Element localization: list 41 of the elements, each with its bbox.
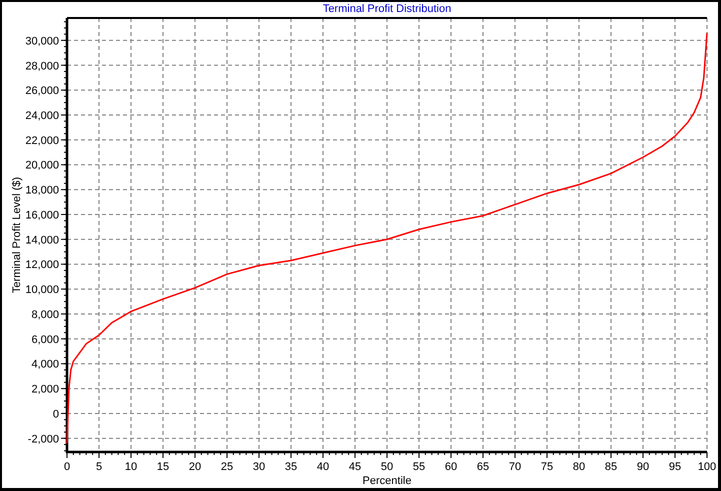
y-tick-label: 30,000	[25, 35, 59, 48]
y-tick-label: 6,000	[31, 334, 59, 346]
chart-title: Terminal Profit Distribution	[322, 3, 452, 15]
x-tick-label: 15	[156, 461, 170, 473]
x-tick-label: 60	[444, 461, 458, 473]
x-tick-label: 0	[64, 461, 70, 473]
x-tick-label: 30	[252, 461, 266, 473]
y-tick-label: -2,000	[28, 433, 59, 446]
y-tick-label: 28,000	[25, 60, 59, 72]
y-tick-label: 16,000	[25, 209, 59, 222]
x-tick-label: 85	[604, 461, 618, 473]
x-tick-label: 80	[572, 461, 586, 473]
y-tick-label: 12,000	[25, 259, 59, 272]
y-tick-label: 20,000	[25, 160, 59, 172]
x-tick-label: 20	[188, 461, 202, 473]
x-tick-label: 50	[380, 461, 394, 473]
x-tick-label: 35	[284, 461, 298, 473]
y-axis-label: Terminal Profit Level ($)	[11, 176, 23, 294]
x-tick-label: 95	[668, 461, 682, 473]
x-tick-label: 40	[316, 461, 330, 473]
y-tick-label: 2,000	[31, 384, 59, 396]
y-tick-label: 8,000	[31, 308, 59, 321]
x-tick-label: 5	[96, 461, 102, 473]
x-tick-label: 10	[124, 461, 138, 473]
y-tick-label: 24,000	[25, 110, 59, 122]
y-tick-label: 4,000	[31, 358, 59, 371]
y-tick-label: 22,000	[25, 134, 59, 147]
x-tick-label: 90	[636, 461, 650, 473]
x-tick-label: 100	[698, 461, 716, 473]
y-tick-label: 10,000	[25, 284, 59, 296]
x-tick-label: 55	[412, 461, 426, 473]
y-tick-label: 18,000	[25, 184, 59, 197]
x-tick-label: 45	[348, 461, 362, 473]
x-tick-label: 75	[540, 461, 554, 473]
x-tick-label: 70	[508, 461, 522, 473]
y-tick-label: 14,000	[25, 234, 59, 246]
y-tick-label: 0	[52, 408, 59, 420]
x-tick-label: 65	[476, 461, 490, 473]
x-tick-label: 25	[220, 461, 234, 473]
x-axis-label: Percentile	[362, 475, 412, 487]
y-tick-label: 26,000	[25, 85, 59, 98]
